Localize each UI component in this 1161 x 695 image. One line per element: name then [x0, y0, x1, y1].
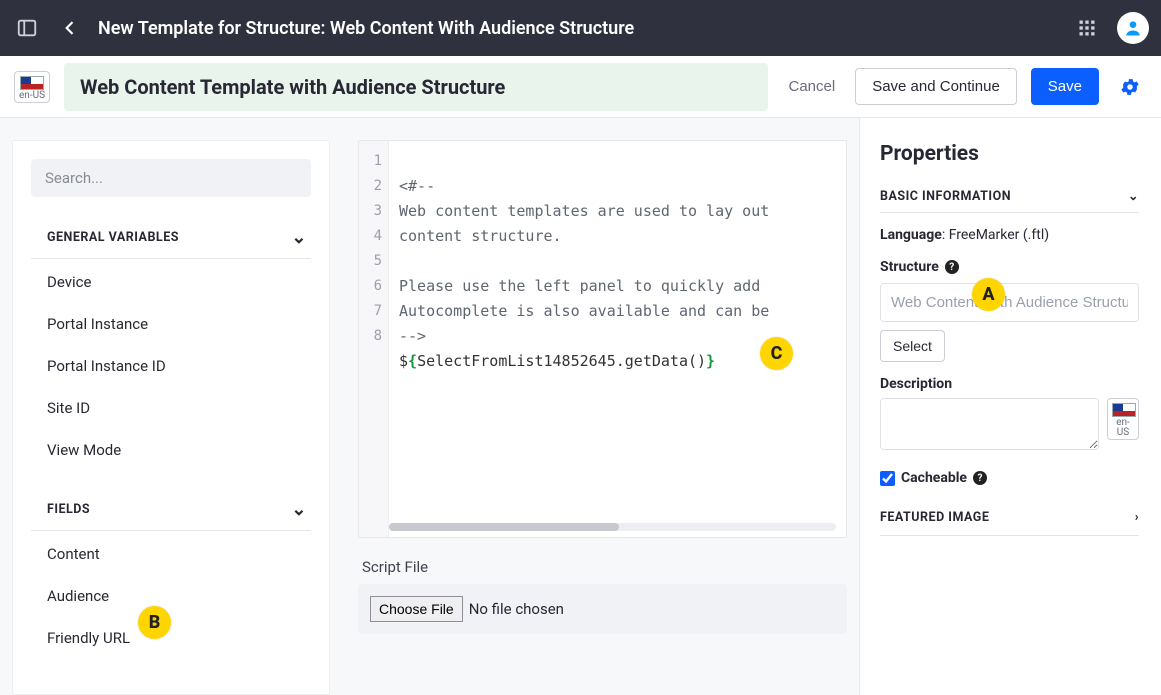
- main: Search... GENERAL VARIABLES ⌄ Device Por…: [0, 118, 1161, 695]
- back-button[interactable]: [56, 14, 84, 42]
- subbar: en-US Web Content Template with Audience…: [0, 56, 1161, 118]
- variables-panel: Search... GENERAL VARIABLES ⌄ Device Por…: [12, 140, 330, 695]
- search-input[interactable]: Search...: [31, 159, 311, 197]
- description-language-badge[interactable]: en-US: [1107, 398, 1139, 440]
- language-code: en-US: [19, 90, 45, 101]
- line-gutter: 12345678: [359, 141, 389, 537]
- var-portal-instance-id[interactable]: Portal Instance ID: [31, 347, 311, 385]
- var-device[interactable]: Device: [31, 263, 311, 301]
- save-continue-button[interactable]: Save and Continue: [855, 68, 1017, 105]
- no-file-text: No file chosen: [469, 600, 564, 618]
- flag-icon: [1112, 403, 1136, 417]
- user-avatar[interactable]: [1117, 12, 1149, 44]
- save-button[interactable]: Save: [1031, 68, 1099, 105]
- structure-input[interactable]: [880, 283, 1139, 322]
- language-row: Language: FreeMarker (.ftl): [880, 227, 1139, 243]
- script-file-label: Script File: [358, 558, 847, 576]
- annotation-b: B: [138, 606, 171, 639]
- var-portal-instance[interactable]: Portal Instance: [31, 305, 311, 343]
- cancel-button[interactable]: Cancel: [782, 70, 841, 103]
- description-textarea[interactable]: [880, 398, 1099, 450]
- select-structure-button[interactable]: Select: [880, 330, 945, 362]
- section-basic-information[interactable]: BASIC INFORMATION ⌄: [880, 188, 1139, 213]
- flag-icon: [20, 76, 44, 90]
- properties-panel: Properties BASIC INFORMATION ⌄ Language:…: [859, 118, 1161, 695]
- field-audience[interactable]: Audience: [31, 577, 311, 615]
- editor-area: 12345678 <#-- Web content templates are …: [358, 140, 847, 695]
- help-icon[interactable]: ?: [945, 260, 959, 274]
- chevron-right-icon: ›: [1135, 510, 1139, 525]
- help-icon[interactable]: ?: [973, 471, 987, 485]
- workarea: Search... GENERAL VARIABLES ⌄ Device Por…: [0, 118, 859, 695]
- description-label: Description: [880, 376, 1139, 392]
- chevron-down-icon: ⌄: [1128, 188, 1139, 204]
- page-title: New Template for Structure: Web Content …: [98, 18, 634, 39]
- annotation-c: C: [760, 337, 793, 370]
- section-general-variables[interactable]: GENERAL VARIABLES ⌄: [31, 217, 311, 259]
- topbar: New Template for Structure: Web Content …: [0, 0, 1161, 56]
- structure-label-row: Structure ?: [880, 259, 1139, 275]
- section-fields[interactable]: FIELDS ⌄: [31, 489, 311, 531]
- var-site-id[interactable]: Site ID: [31, 389, 311, 427]
- editor-horizontal-scrollbar[interactable]: [389, 523, 836, 531]
- topbar-left: New Template for Structure: Web Content …: [12, 13, 634, 43]
- section-label: BASIC INFORMATION: [880, 189, 1011, 204]
- script-file-chooser: Choose File No file chosen: [358, 584, 847, 634]
- field-friendly-url[interactable]: Friendly URL: [31, 619, 311, 657]
- cacheable-row[interactable]: Cacheable ?: [880, 470, 1139, 486]
- chevron-down-icon: ⌄: [291, 499, 307, 520]
- template-title[interactable]: Web Content Template with Audience Struc…: [64, 63, 768, 111]
- properties-title: Properties: [880, 142, 1139, 166]
- choose-file-button[interactable]: Choose File: [370, 596, 463, 622]
- field-content[interactable]: Content: [31, 535, 311, 573]
- app-grid-icon[interactable]: [1073, 14, 1101, 42]
- cacheable-checkbox[interactable]: [880, 471, 895, 486]
- annotation-a: A: [972, 278, 1005, 311]
- panel-toggle-button[interactable]: [12, 13, 42, 43]
- section-label: FEATURED IMAGE: [880, 510, 989, 525]
- settings-button[interactable]: [1113, 70, 1147, 104]
- var-view-mode[interactable]: View Mode: [31, 431, 311, 469]
- language-badge[interactable]: en-US: [14, 71, 50, 103]
- section-featured-image[interactable]: FEATURED IMAGE ›: [880, 510, 1139, 536]
- section-label: GENERAL VARIABLES: [47, 230, 179, 245]
- chevron-down-icon: ⌄: [291, 227, 307, 248]
- section-label: FIELDS: [47, 502, 90, 517]
